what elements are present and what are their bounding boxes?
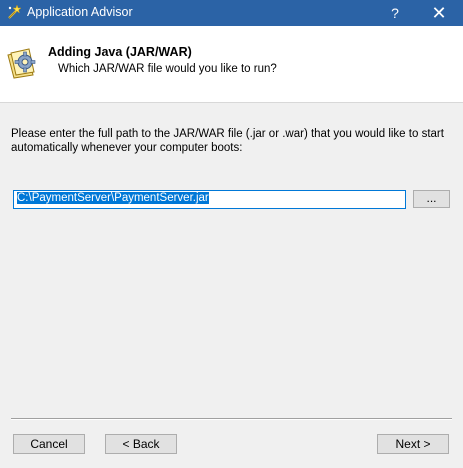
- jar-path-input[interactable]: C:\PaymentServer\PaymentServer.jar: [13, 190, 406, 209]
- header-title: Adding Java (JAR/WAR): [48, 45, 192, 59]
- instructions-text: Please enter the full path to the JAR/WA…: [11, 128, 444, 154]
- jar-path-value: C:\PaymentServer\PaymentServer.jar: [17, 192, 209, 204]
- header-subtitle: Which JAR/WAR file would you like to run…: [58, 63, 277, 75]
- magic-wand-icon: [8, 4, 22, 19]
- next-button[interactable]: Next >: [377, 434, 449, 454]
- help-button[interactable]: ?: [375, 0, 415, 26]
- gear-document-icon: [7, 48, 36, 79]
- title-bar: Application Advisor ? ✕: [0, 0, 463, 26]
- cancel-button[interactable]: Cancel: [13, 434, 85, 454]
- browse-button[interactable]: ...: [413, 190, 450, 208]
- wizard-header: Adding Java (JAR/WAR) Which JAR/WAR file…: [0, 26, 463, 103]
- footer-separator: [11, 418, 452, 420]
- back-button[interactable]: < Back: [105, 434, 177, 454]
- window-title: Application Advisor: [27, 5, 133, 19]
- close-button[interactable]: ✕: [419, 0, 459, 26]
